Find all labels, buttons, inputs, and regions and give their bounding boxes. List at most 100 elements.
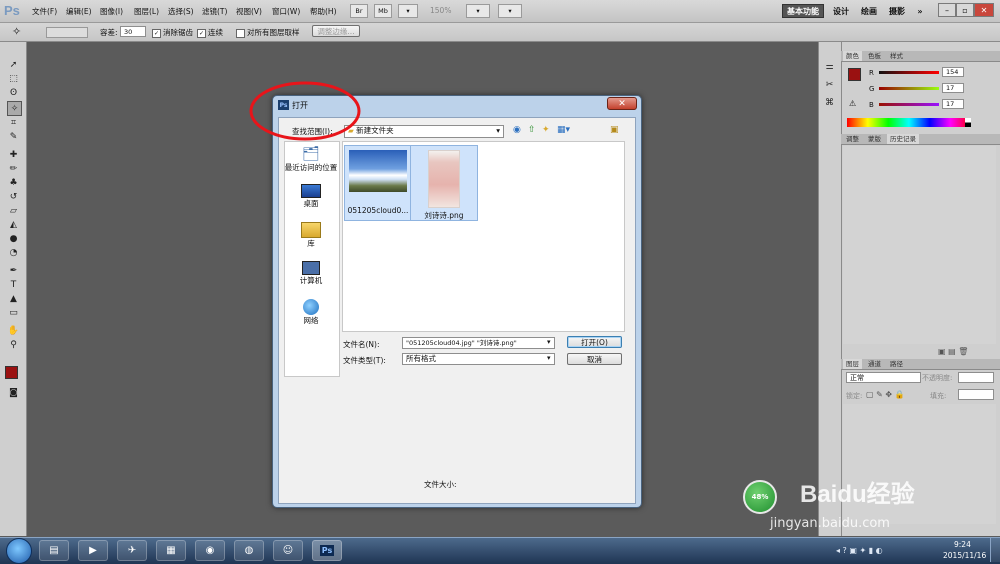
pen-tool-icon[interactable]: ✒ (7, 264, 20, 277)
look-in-select[interactable]: ▰ 新建文件夹 ▾ (344, 125, 504, 138)
start-button[interactable] (6, 538, 32, 564)
restore-icon[interactable]: ▫ (956, 3, 974, 17)
arrange-dropdown[interactable]: ▾ (466, 4, 490, 18)
type-tool-icon[interactable]: T (7, 278, 20, 291)
cancel-button[interactable]: 取消 (567, 353, 622, 365)
blur-tool-icon[interactable]: ● (7, 232, 20, 245)
crop-tool-icon[interactable]: ⌗ (7, 116, 20, 129)
tab-color[interactable]: 颜色 (843, 51, 862, 61)
file-item[interactable]: 刘诗诗.png (410, 145, 478, 221)
quick-mask-icon[interactable]: ◙ (7, 386, 20, 399)
menu-view[interactable]: 视图(V) (236, 6, 262, 17)
move-tool-icon[interactable]: ➚ (7, 58, 20, 71)
view-menu-icon[interactable]: ▦▾ (557, 125, 570, 135)
taskbar-media-player-icon[interactable]: ▶ (78, 540, 108, 561)
more-workspaces-button[interactable]: » (914, 4, 926, 18)
magic-wand-tool-icon[interactable]: ✧ (7, 101, 22, 116)
zoom-tool-icon[interactable]: ⚲ (7, 338, 20, 351)
channel-r-input[interactable]: 154 (942, 67, 964, 77)
place-network[interactable]: 网络 (284, 299, 338, 326)
clone-stamp-tool-icon[interactable]: ♣ (7, 176, 20, 189)
menu-window[interactable]: 窗口(W) (272, 6, 300, 17)
open-button[interactable]: 打开(O) (567, 336, 622, 348)
tolerance-input[interactable]: 30 (120, 26, 146, 37)
extras-dropdown[interactable]: ▾ (398, 4, 418, 18)
minimize-icon[interactable]: – (938, 3, 956, 17)
taskbar-network-icon[interactable]: ▦ (156, 540, 186, 561)
channel-g-input[interactable]: 17 (942, 83, 964, 93)
tab-swatches[interactable]: 色板 (865, 51, 884, 61)
place-library[interactable]: 库 (284, 222, 338, 249)
workspace-design[interactable]: 设计 (830, 4, 852, 18)
black-white-ramp[interactable] (965, 118, 971, 127)
opacity-input[interactable] (958, 372, 994, 383)
tab-adjustments[interactable]: 调整 (843, 134, 862, 144)
workspace-essentials[interactable]: 基本功能 (782, 4, 824, 18)
taskbar-browser-icon[interactable]: ◍ (234, 540, 264, 561)
menu-image[interactable]: 图像(I) (100, 6, 123, 17)
selection-mode-buttons[interactable] (46, 27, 88, 38)
blend-mode-select[interactable]: 正常 (846, 372, 921, 383)
close-icon[interactable]: ✕ (974, 3, 994, 17)
filename-input[interactable]: "051205cloud04.jpg" "刘诗诗.png" (402, 337, 555, 349)
taskbar-photoshop-button[interactable]: Ps (312, 540, 342, 561)
speed-ball[interactable]: 48% (743, 480, 777, 514)
filetype-select[interactable]: 所有格式 (402, 353, 555, 365)
taskbar-game-icon[interactable]: ☺ (273, 540, 303, 561)
eyedropper-tool-icon[interactable]: ✎ (7, 130, 20, 143)
color-ramp[interactable] (847, 118, 971, 127)
channel-r-slider[interactable] (879, 71, 939, 74)
menu-select[interactable]: 选择(S) (168, 6, 194, 17)
back-icon[interactable]: ◉ (513, 125, 521, 135)
lock-icons[interactable]: ▢ ✎ ✥ 🔒 (866, 390, 905, 399)
history-footer-icons[interactable]: ▣ ▤ 🗑 (938, 347, 968, 356)
panel-foreground-swatch[interactable] (848, 68, 861, 81)
brush-tool-icon[interactable]: ✏ (7, 162, 20, 175)
menu-layer[interactable]: 图层(L) (134, 6, 159, 17)
taskbar-explorer-icon[interactable]: ▤ (39, 540, 69, 561)
fill-input[interactable] (958, 389, 994, 400)
contiguous-checkbox[interactable]: ✓ 连续 (197, 27, 223, 38)
hand-tool-icon[interactable]: ✋ (7, 324, 20, 337)
place-computer[interactable]: 计算机 (284, 261, 338, 286)
foreground-color-swatch[interactable] (5, 366, 18, 379)
eraser-tool-icon[interactable]: ▱ (7, 204, 20, 217)
info-icon[interactable]: ✂ (823, 78, 836, 91)
zoom-level[interactable]: 150% (430, 6, 451, 15)
refine-edge-button[interactable]: 调整边缘... (312, 25, 360, 37)
tab-layers[interactable]: 图层 (843, 359, 862, 369)
magic-wand-icon[interactable]: ✧ (12, 25, 21, 38)
place-recent[interactable]: 🗂 最近访问的位置 (284, 146, 338, 173)
show-desktop-button[interactable] (990, 538, 1000, 562)
channel-g-slider[interactable] (879, 87, 939, 90)
marquee-tool-icon[interactable]: ⬚ (7, 72, 20, 85)
place-desktop[interactable]: 桌面 (284, 184, 338, 209)
up-folder-icon[interactable]: ⇧ (528, 125, 536, 135)
tray-icons[interactable]: ◂ ? ▣ ✦ ▮ ◐ (836, 546, 883, 555)
filename-chevron-icon[interactable]: ▾ (547, 338, 551, 346)
path-selection-tool-icon[interactable]: ▲ (7, 292, 20, 305)
menu-filter[interactable]: 滤镜(T) (202, 6, 227, 17)
tab-masks[interactable]: 蒙版 (865, 134, 884, 144)
tab-styles[interactable]: 样式 (887, 51, 906, 61)
dialog-close-button[interactable]: ✕ (607, 97, 637, 110)
menu-edit[interactable]: 编辑(E) (66, 6, 92, 17)
lasso-tool-icon[interactable]: ʘ (7, 86, 20, 99)
taskbar-player-icon[interactable]: ◉ (195, 540, 225, 561)
menu-help[interactable]: 帮助(H) (310, 6, 337, 17)
screen-mode-dropdown[interactable]: ▾ (498, 4, 522, 18)
menu-file[interactable]: 文件(F) (32, 6, 57, 17)
tab-history[interactable]: 历史记录 (887, 134, 919, 144)
workspace-photography[interactable]: 摄影 (886, 4, 908, 18)
adjustments-icon[interactable]: ⚌ (823, 60, 836, 73)
taskbar-app-icon[interactable]: ✈ (117, 540, 147, 561)
channel-b-slider[interactable] (879, 103, 939, 106)
filetype-chevron-icon[interactable]: ▾ (547, 354, 551, 362)
gamut-warning-icon[interactable]: ⚠ (849, 99, 856, 108)
mini-bridge-button[interactable]: Mb (374, 4, 392, 18)
dodge-tool-icon[interactable]: ◔ (7, 246, 20, 259)
bridge-button[interactable]: Br (350, 4, 368, 18)
healing-brush-tool-icon[interactable]: ✚ (7, 148, 20, 161)
antialias-checkbox[interactable]: ✓ 消除锯齿 (152, 27, 193, 38)
folder-shortcut-icon[interactable]: ▣ (610, 125, 619, 135)
